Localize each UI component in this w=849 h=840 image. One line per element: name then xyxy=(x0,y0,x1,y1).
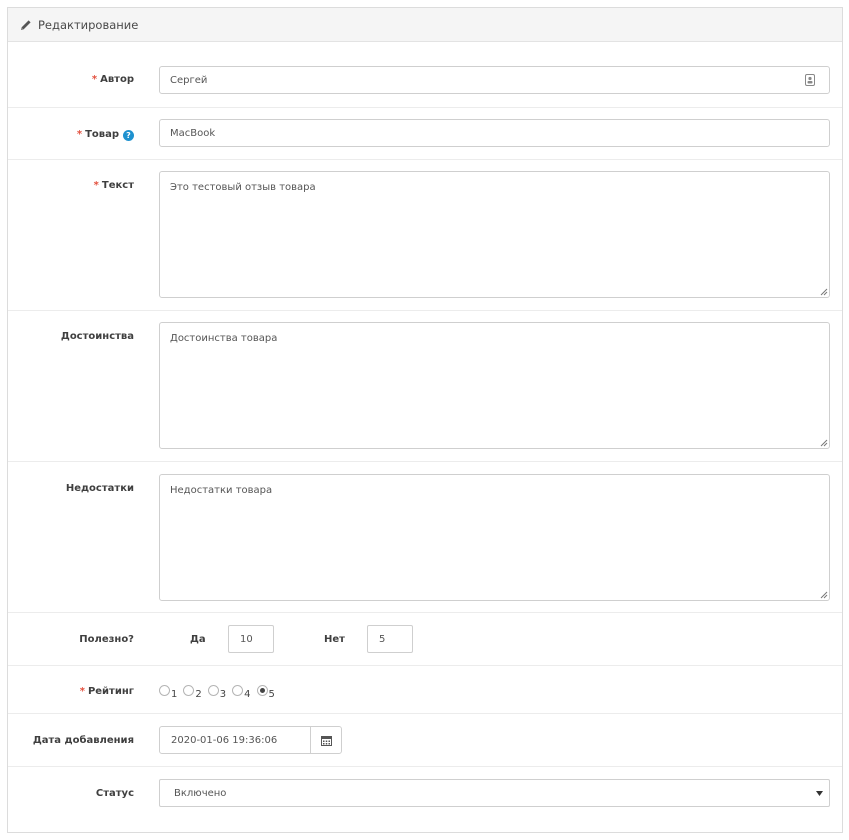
pencil-icon xyxy=(21,19,31,30)
cons-row: Недостатки Недостатки товара xyxy=(8,462,842,613)
cons-label: Недостатки xyxy=(65,483,134,494)
required-marker: * xyxy=(91,74,98,85)
text-row: * Текст Это тестовый отзыв товара xyxy=(8,160,842,311)
status-value: Включено xyxy=(174,787,227,799)
rating-label-text: Рейтинг xyxy=(87,686,134,697)
date-row: Дата добавления 2020-01-06 19:36:06 xyxy=(8,714,842,767)
author-label-text: Автор xyxy=(100,74,134,85)
helpful-no-value: 5 xyxy=(379,633,386,645)
helpful-yes-label: Да xyxy=(190,634,206,645)
helpful-no-label: Нет xyxy=(324,634,345,645)
rating-option-3[interactable]: 3 xyxy=(207,685,226,700)
date-value: 2020-01-06 19:36:06 xyxy=(171,734,278,746)
author-label: * Автор xyxy=(92,74,134,85)
rating-option-label: 5 xyxy=(268,689,275,700)
radio-button[interactable] xyxy=(207,685,219,696)
text-textarea[interactable]: Это тестовый отзыв товара xyxy=(159,171,830,298)
required-marker: * xyxy=(79,686,85,697)
helpful-no-input[interactable]: 5 xyxy=(367,625,413,653)
calendar-button[interactable] xyxy=(310,726,342,754)
product-value: MacBook xyxy=(170,127,216,139)
calendar-icon xyxy=(320,735,332,746)
rating-row: * Рейтинг 1 2 3 4 5 xyxy=(8,666,842,714)
panel-title: Редактирование xyxy=(38,17,139,32)
panel-heading: Редактирование xyxy=(8,8,842,42)
status-select[interactable]: Включено xyxy=(159,779,830,807)
rating-option-label: 4 xyxy=(244,689,251,700)
help-icon[interactable]: ? xyxy=(123,130,134,141)
rating-option-label: 1 xyxy=(171,689,178,700)
status-row: Статус Включено xyxy=(8,767,842,819)
rating-label: * Рейтинг xyxy=(80,686,134,697)
product-input[interactable]: MacBook xyxy=(159,119,830,147)
rating-option-1[interactable]: 1 xyxy=(159,685,177,700)
resize-handle-icon[interactable] xyxy=(819,590,828,599)
radio-button[interactable] xyxy=(159,685,170,696)
product-label-text: Товар xyxy=(85,129,119,140)
rating-option-label: 3 xyxy=(219,689,227,700)
rating-option-2[interactable]: 2 xyxy=(183,685,202,700)
author-row: * Автор Сергей xyxy=(8,48,842,108)
rating-option-label: 2 xyxy=(195,689,202,700)
cons-value: Недостатки товара xyxy=(170,485,273,496)
cons-textarea[interactable]: Недостатки товара xyxy=(159,474,830,601)
author-input[interactable]: Сергей xyxy=(159,66,830,94)
rating-option-4[interactable]: 4 xyxy=(232,685,251,700)
caret-down-icon xyxy=(816,791,823,796)
text-label: * Текст xyxy=(94,180,134,191)
resize-handle-icon[interactable] xyxy=(819,287,828,296)
radio-button-selected[interactable] xyxy=(256,685,268,696)
pros-value: Достоинства товара xyxy=(170,333,278,344)
required-marker: * xyxy=(76,129,83,140)
pros-textarea[interactable]: Достоинства товара xyxy=(159,322,830,449)
contact-card-icon[interactable] xyxy=(805,74,815,86)
product-label: * Товар? xyxy=(77,129,134,141)
helpful-row: Полезно? Да 10 Нет 5 xyxy=(8,613,842,666)
helpful-yes-input[interactable]: 10 xyxy=(228,625,274,653)
date-label: Дата добавления xyxy=(32,735,134,746)
product-row: * Товар? MacBook xyxy=(8,108,842,160)
author-value: Сергей xyxy=(170,74,208,86)
resize-handle-icon[interactable] xyxy=(819,438,828,447)
rating-radio-group: 1 2 3 4 5 xyxy=(159,685,281,700)
date-input[interactable]: 2020-01-06 19:36:06 xyxy=(159,726,311,754)
edit-panel: Редактирование * Автор Сергей * Товар? Mac… xyxy=(7,7,843,833)
radio-button[interactable] xyxy=(183,685,195,696)
required-marker: * xyxy=(93,180,99,191)
text-label-text: Текст xyxy=(101,180,134,191)
pros-label: Достоинства xyxy=(60,331,134,342)
helpful-yes-value: 10 xyxy=(240,633,253,645)
pros-row: Достоинства Достоинства товара xyxy=(8,311,842,462)
rating-option-5[interactable]: 5 xyxy=(256,685,275,700)
helpful-label: Полезно? xyxy=(79,634,134,645)
text-value: Это тестовый отзыв товара xyxy=(170,182,316,193)
radio-button[interactable] xyxy=(232,685,244,696)
status-label: Статус xyxy=(95,788,134,799)
